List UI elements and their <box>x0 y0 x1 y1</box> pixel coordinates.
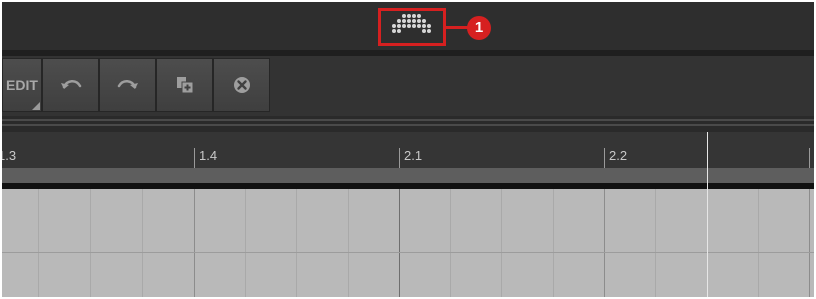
grid-line <box>296 189 297 297</box>
ruler-label-2-1: 2.1 <box>404 148 423 163</box>
ruler-tick <box>194 148 195 168</box>
playhead-line[interactable] <box>707 132 708 297</box>
grid-line <box>38 189 39 297</box>
ruler-tick <box>809 148 810 168</box>
title-bar: 1 <box>2 2 814 50</box>
callout-highlight-box <box>378 8 446 46</box>
note-grid[interactable] <box>2 189 814 297</box>
editor-window: 1 EDIT .3 1.4 2.1 2.2 <box>2 2 814 297</box>
grid-line <box>245 189 246 297</box>
edit-mode-button[interactable]: EDIT <box>2 58 42 112</box>
divider-line <box>2 124 814 126</box>
undo-icon <box>60 80 81 89</box>
undo-button[interactable] <box>42 58 99 112</box>
grid-line <box>758 189 759 297</box>
loop-region-strip[interactable] <box>2 168 814 183</box>
grid-line <box>450 189 451 297</box>
dropdown-corner-icon <box>32 102 40 110</box>
callout-connector <box>446 26 468 29</box>
redo-button[interactable] <box>99 58 156 112</box>
ruler-tick <box>399 148 400 168</box>
duplicate-button[interactable] <box>156 58 213 112</box>
duplicate-icon <box>176 77 193 94</box>
grid-line-beat <box>194 189 195 297</box>
grid-line <box>142 189 143 297</box>
delete-icon <box>233 77 250 93</box>
callout-number-badge: 1 <box>467 16 491 40</box>
redo-icon <box>117 80 138 89</box>
grid-line-bar <box>399 189 400 297</box>
grid-line <box>501 189 502 297</box>
grid-line <box>553 189 554 297</box>
delete-button[interactable] <box>213 58 270 112</box>
edit-label: EDIT <box>6 77 38 93</box>
divider-line <box>2 119 814 121</box>
ruler-label-1-4: 1.4 <box>199 148 218 163</box>
grid-row-line <box>2 252 814 253</box>
grid-line-beat <box>809 189 810 297</box>
toolbar: EDIT <box>2 56 814 116</box>
ruler-label-2-2: 2.2 <box>609 148 628 163</box>
toolbar-divider <box>2 116 814 132</box>
grid-line-beat <box>604 189 605 297</box>
ruler-tick <box>604 148 605 168</box>
grid-line <box>90 189 91 297</box>
grid-line <box>348 189 349 297</box>
timeline-ruler[interactable]: 1.3 1.4 2.1 2.2 <box>2 132 814 168</box>
grid-line <box>655 189 656 297</box>
ruler-label-1-3: 1.3 <box>2 148 17 163</box>
